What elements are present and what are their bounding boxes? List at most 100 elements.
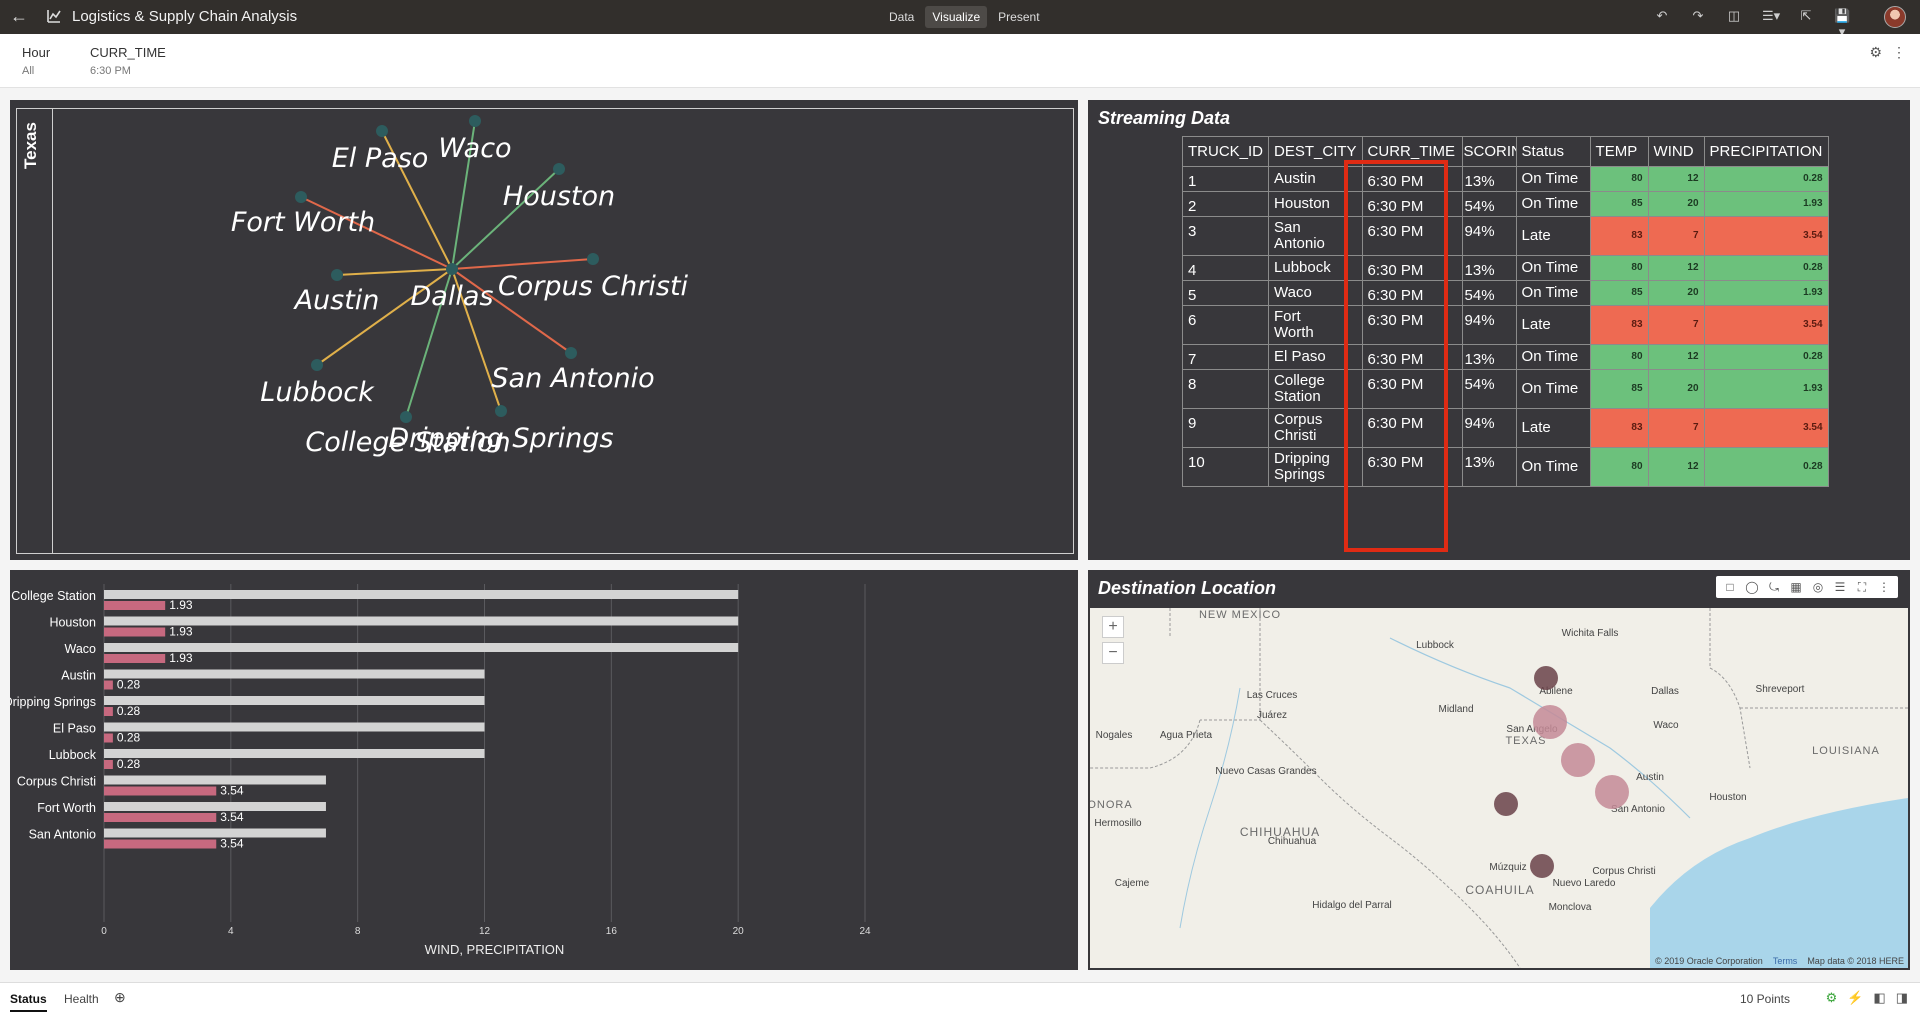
add-tab-icon[interactable]: ⊕ bbox=[114, 989, 126, 1006]
precipitation-bar[interactable] bbox=[104, 813, 217, 822]
column-header[interactable]: CURR_TIME bbox=[1361, 136, 1463, 167]
node-point[interactable] bbox=[311, 359, 323, 371]
precipitation-bar[interactable] bbox=[104, 601, 166, 610]
node-point[interactable] bbox=[495, 405, 507, 417]
avatar[interactable] bbox=[1884, 6, 1906, 28]
table-row[interactable]: 9 Corpus Christi 6:30 PM 94% Late 83 7 3.54 bbox=[1181, 408, 1829, 448]
column-header[interactable]: TRUCK_ID bbox=[1181, 136, 1270, 167]
node-point[interactable] bbox=[400, 411, 412, 423]
tab-visualize[interactable]: Visualize bbox=[925, 6, 988, 28]
table-cell: 5 bbox=[1181, 280, 1270, 306]
table-row[interactable]: 10 Dripping Springs 6:30 PM 13% On Time 80 12 0… bbox=[1181, 447, 1829, 487]
zoom-out-button[interactable]: − bbox=[1102, 642, 1124, 664]
node-point[interactable] bbox=[587, 253, 599, 265]
map-place-label: Austin bbox=[1636, 772, 1664, 783]
table-row[interactable]: 8 College Station 6:30 PM 54% On Time 85 20 1.9… bbox=[1181, 369, 1829, 409]
filter-curr-time[interactable]: CURR_TIME 6:30 PM bbox=[90, 45, 166, 77]
precipitation-bar[interactable] bbox=[104, 680, 113, 690]
wind-bar[interactable] bbox=[104, 643, 739, 652]
wind-bar[interactable] bbox=[104, 590, 739, 599]
node-point[interactable] bbox=[376, 125, 388, 137]
table-cell: San Antonio bbox=[1268, 216, 1363, 256]
node-point[interactable] bbox=[553, 163, 565, 175]
back-arrow-icon[interactable]: ← bbox=[10, 6, 30, 26]
precipitation-bar[interactable] bbox=[104, 786, 217, 796]
target-icon[interactable]: ◎ bbox=[1810, 578, 1826, 596]
wind-bar[interactable] bbox=[104, 775, 326, 785]
zoom-to-data-icon[interactable]: ▦ bbox=[1788, 578, 1804, 596]
location-bubble[interactable] bbox=[1534, 666, 1558, 690]
hub-point[interactable] bbox=[446, 263, 458, 275]
lasso-icon[interactable]: ⤿ bbox=[1766, 578, 1782, 596]
column-header[interactable]: SCORIN bbox=[1461, 136, 1517, 167]
node-point[interactable] bbox=[469, 115, 481, 127]
fullscreen-icon[interactable]: ⛶ bbox=[1854, 578, 1870, 596]
table-row[interactable]: 4 Lubbock 6:30 PM 13% On Time 80 12 0.28 bbox=[1181, 255, 1829, 281]
bar-chart[interactable]: 0 4 8 12 16 20 24 WIND, PRECIPITATION College St… bbox=[10, 570, 1078, 970]
table-cell: 13% bbox=[1461, 166, 1517, 192]
wind-bar[interactable] bbox=[104, 828, 326, 838]
redo-icon[interactable]: ↷ bbox=[1690, 8, 1706, 24]
zoom-in-button[interactable]: + bbox=[1102, 616, 1124, 638]
export-icon[interactable]: ⇱ bbox=[1798, 8, 1814, 24]
grammar-icon[interactable]: ⚙ bbox=[1826, 990, 1838, 1006]
precipitation-bar[interactable] bbox=[104, 654, 166, 663]
table-row[interactable]: 7 El Paso 6:30 PM 13% On Time 80 12 0.28 bbox=[1181, 344, 1829, 370]
location-bubble[interactable] bbox=[1533, 705, 1567, 739]
precipitation-bar[interactable] bbox=[104, 707, 113, 716]
column-header[interactable]: WIND bbox=[1647, 136, 1705, 167]
undo-icon[interactable]: ↶ bbox=[1654, 8, 1670, 24]
wind-bar[interactable] bbox=[104, 616, 739, 626]
wind-bar[interactable] bbox=[104, 749, 485, 758]
more-icon[interactable]: ⋮ bbox=[1892, 44, 1906, 61]
wind-bar[interactable] bbox=[104, 802, 326, 811]
tab-data[interactable]: Data bbox=[882, 6, 921, 28]
data-refresh-icon[interactable]: ◫ bbox=[1726, 8, 1742, 24]
table-cell: Dripping Springs bbox=[1268, 447, 1363, 487]
layout-right-icon[interactable]: ◨ bbox=[1896, 990, 1908, 1006]
precipitation-bar[interactable] bbox=[104, 760, 113, 769]
table-row[interactable]: 6 Fort Worth 6:30 PM 94% Late 83 7 3.54 bbox=[1181, 305, 1829, 345]
table-cell: 1.93 bbox=[1703, 280, 1829, 306]
select-rect-icon[interactable]: □ bbox=[1722, 578, 1738, 596]
add-canvas-icon[interactable]: ⚙ bbox=[1869, 44, 1882, 61]
column-header[interactable]: Status bbox=[1515, 136, 1591, 167]
category-label: Lubbock bbox=[49, 748, 97, 762]
precipitation-bar[interactable] bbox=[104, 839, 217, 849]
tab-present[interactable]: Present bbox=[991, 6, 1046, 28]
location-bubble[interactable] bbox=[1494, 792, 1518, 816]
more-icon[interactable]: ⋮ bbox=[1876, 578, 1892, 596]
column-header[interactable]: DEST_CITY bbox=[1268, 136, 1363, 167]
select-circle-icon[interactable]: ◯ bbox=[1744, 578, 1760, 596]
wind-bar[interactable] bbox=[104, 722, 485, 732]
wind-bar[interactable] bbox=[104, 669, 485, 679]
location-bubble[interactable] bbox=[1530, 854, 1554, 878]
location-bubble[interactable] bbox=[1595, 775, 1629, 809]
table-row[interactable]: 5 Waco 6:30 PM 54% On Time 85 20 1.93 bbox=[1181, 280, 1829, 306]
layers-icon[interactable]: ☰ bbox=[1832, 578, 1848, 596]
node-point[interactable] bbox=[295, 191, 307, 203]
column-header[interactable]: PRECIPITATION bbox=[1703, 136, 1829, 167]
layout-left-icon[interactable]: ◧ bbox=[1873, 990, 1885, 1006]
table-row[interactable]: 1 Austin 6:30 PM 13% On Time 80 12 0.28 bbox=[1181, 166, 1829, 192]
filter-hour[interactable]: Hour All bbox=[22, 45, 50, 77]
precipitation-bar[interactable] bbox=[104, 733, 113, 743]
save-icon[interactable]: 💾▾ bbox=[1834, 8, 1850, 39]
node-point[interactable] bbox=[331, 269, 343, 281]
auto-apply-icon[interactable]: ⚡ bbox=[1847, 990, 1863, 1006]
comment-icon[interactable]: ☰▾ bbox=[1762, 8, 1780, 24]
category-label: Waco bbox=[65, 642, 97, 656]
network-graph[interactable]: El Paso Waco Houston Fort Worth Austin Corpus… bbox=[17, 109, 1073, 553]
tab-health[interactable]: Health bbox=[64, 992, 99, 1006]
terms-link[interactable]: Terms bbox=[1773, 956, 1798, 966]
tab-status[interactable]: Status bbox=[10, 992, 47, 1012]
data-label: 0.28 bbox=[117, 678, 141, 692]
precipitation-bar[interactable] bbox=[104, 627, 166, 637]
node-point[interactable] bbox=[565, 347, 577, 359]
table-row[interactable]: 2 Houston 6:30 PM 54% On Time 85 20 1.93 bbox=[1181, 191, 1829, 217]
wind-bar[interactable] bbox=[104, 696, 485, 705]
location-bubble[interactable] bbox=[1561, 743, 1595, 777]
table-row[interactable]: 3 San Antonio 6:30 PM 94% Late 83 7 3.54 bbox=[1181, 216, 1829, 256]
column-header[interactable]: TEMP bbox=[1589, 136, 1649, 167]
map-canvas[interactable]: NEW MEXICO Lubbock Wichita Falls Dallas Shre… bbox=[1090, 608, 1908, 968]
